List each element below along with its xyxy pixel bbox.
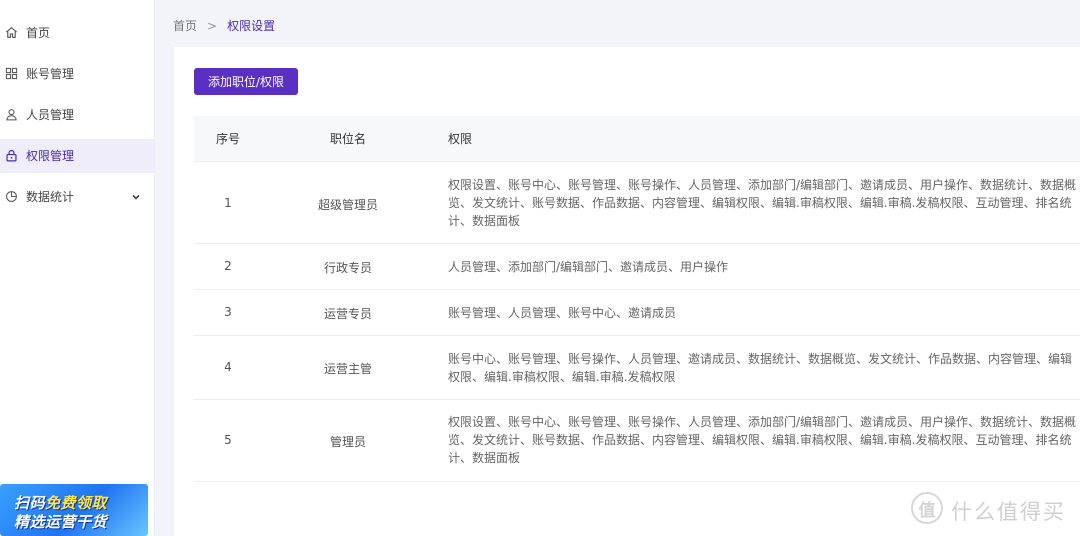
row-name: 超级管理员: [317, 198, 378, 212]
sidebar: 首页 账号管理 人员管理 权限管理 数据统计 扫码免费领取 精选运营干货: [0, 0, 155, 536]
row-permissions: 账号中心、账号管理、账号操作、人员管理、邀请成员、数据统计、数据概览、发文统计、…: [448, 352, 1073, 384]
row-name: 运营主管: [323, 362, 372, 376]
table-row: 1 超级管理员 权限设置、账号中心、账号管理、账号操作、人员管理、添加部门/编辑…: [194, 163, 1080, 244]
row-permissions: 权限设置、账号中心、账号管理、账号操作、人员管理、添加部门/编辑部门、邀请成员、…: [448, 178, 1077, 228]
promo-line-2: 精选运营干货: [14, 513, 108, 531]
row-permissions: 账号管理、人员管理、账号中心、邀请成员: [448, 306, 677, 320]
row-index: 1: [224, 196, 232, 210]
promo-banner[interactable]: 扫码免费领取 精选运营干货: [0, 484, 148, 536]
home-icon: [6, 26, 17, 38]
add-position-button[interactable]: 添加职位/权限: [194, 68, 298, 95]
sidebar-item-stats[interactable]: 数据统计: [0, 180, 155, 214]
header-index: 序号: [215, 132, 240, 146]
row-permissions: 人员管理、添加部门/编辑部门、邀请成员、用户操作: [448, 260, 729, 274]
table-row: 4 运营主管 账号中心、账号管理、账号操作、人员管理、邀请成员、数据统计、数据概…: [194, 336, 1080, 400]
sidebar-item-home[interactable]: 首页: [0, 16, 155, 50]
row-permissions: 权限设置、账号中心、账号管理、账号操作、人员管理、添加部门/编辑部门、邀请成员、…: [448, 415, 1077, 465]
sidebar-item-label: 首页: [26, 26, 51, 40]
sidebar-item-label: 数据统计: [26, 190, 75, 204]
sidebar-item-staff[interactable]: 人员管理: [0, 98, 155, 132]
sidebar-item-permissions[interactable]: 权限管理: [0, 139, 155, 173]
row-index: 2: [224, 259, 232, 273]
row-name: 行政专员: [323, 261, 372, 275]
table-row: 2 行政专员 人员管理、添加部门/编辑部门、邀请成员、用户操作: [194, 244, 1080, 290]
row-index: 4: [224, 360, 232, 374]
chart-icon: [6, 191, 17, 202]
table-row: 3 运营专员 账号管理、人员管理、账号中心、邀请成员: [194, 290, 1080, 336]
breadcrumb-separator: >: [207, 19, 218, 33]
header-name: 职位名: [329, 132, 366, 146]
watermark-text: 什么值得买: [951, 500, 1066, 524]
row-name: 运营专员: [323, 307, 372, 321]
header-permissions: 权限: [448, 132, 473, 146]
sidebar-item-label: 人员管理: [26, 108, 75, 122]
breadcrumb-home[interactable]: 首页: [173, 19, 197, 33]
row-name: 管理员: [329, 435, 366, 449]
lock-icon: [6, 149, 17, 162]
promo-line-1: 扫码免费领取: [14, 494, 108, 512]
table-row: 5 管理员 权限设置、账号中心、账号管理、账号操作、人员管理、添加部门/编辑部门…: [194, 400, 1080, 482]
grid-icon: [5, 67, 18, 80]
user-icon: [6, 109, 17, 121]
sidebar-item-label: 权限管理: [26, 149, 75, 163]
content-card: 添加职位/权限 序号 职位名 权限 1 超级管理员 权限设置、账号中心、账号管理…: [174, 47, 1080, 536]
breadcrumb: 首页 > 权限设置: [173, 17, 275, 34]
chevron-down-icon[interactable]: [131, 192, 141, 202]
breadcrumb-current: 权限设置: [227, 19, 276, 33]
table-header: 序号 职位名 权限: [194, 116, 1080, 162]
watermark: 值 什么值得买: [911, 492, 1076, 526]
sidebar-item-label: 账号管理: [26, 67, 75, 81]
sidebar-item-accounts[interactable]: 账号管理: [0, 57, 155, 91]
row-index: 5: [224, 433, 232, 447]
watermark-logo-icon: 值: [911, 492, 943, 524]
row-index: 3: [224, 305, 232, 319]
